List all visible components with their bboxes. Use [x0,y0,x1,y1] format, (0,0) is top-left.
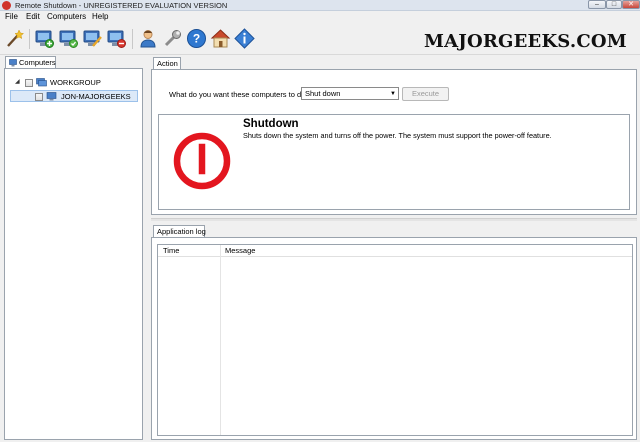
toolbar-separator [132,29,133,49]
computer-tab-icon [9,59,17,67]
minimize-button[interactable]: – [588,0,606,9]
toolbar: ? MAJORGEEKS.COM [0,23,640,55]
info-icon[interactable] [234,28,255,49]
computers-panel: Computers ◢ WORKGROUP JON-MAJORGEEKS [4,56,143,440]
add-computer-icon[interactable] [34,28,55,49]
action-question-label: What do you want these computers to do: [169,90,308,99]
action-select[interactable]: Shut down ▼ [301,87,399,100]
log-header: Time Message [158,245,632,257]
tree-node-jon-majorgeeks[interactable]: JON-MAJORGEEKS [5,91,142,102]
tab-computers-label: Computers [19,58,56,67]
svg-text:?: ? [193,32,200,46]
expander-icon[interactable]: ◢ [15,77,20,88]
power-icon [173,132,231,190]
tree-label-computer: JON-MAJORGEEKS [61,92,131,101]
execute-button[interactable]: Execute [402,87,449,101]
action-description: Shuts down the system and turns off the … [243,131,552,140]
action-title: Shutdown [243,118,299,130]
action-panel: What do you want these computers to do: … [151,69,637,215]
log-panel: Time Message [151,237,637,440]
menu-help[interactable]: Help [92,12,108,21]
app-power-icon [2,1,11,10]
menu-bar: File Edit Computers Help [0,11,640,23]
computer-checkbox[interactable] [35,93,43,101]
menu-edit[interactable]: Edit [26,12,40,21]
tree-label-workgroup: WORKGROUP [50,78,101,87]
action-info-box: Shutdown Shuts down the system and turns… [158,114,630,210]
edit-computer-icon[interactable] [82,28,103,49]
panel-splitter[interactable] [151,218,637,221]
tree-node-workgroup[interactable]: ◢ WORKGROUP [5,77,142,88]
window-title: Remote Shutdown - UNREGISTERED EVALUATIO… [15,1,228,10]
workgroup-icon [36,78,47,87]
computers-tree: ◢ WORKGROUP JON-MAJORGEEKS [4,68,143,440]
add-computer-green-icon[interactable] [58,28,79,49]
remove-computer-icon[interactable] [106,28,127,49]
magic-wand-icon[interactable] [4,28,25,49]
column-header-message[interactable]: Message [225,245,255,257]
home-icon[interactable] [210,28,231,49]
chevron-down-icon: ▼ [390,91,396,97]
menu-file[interactable]: File [5,12,18,21]
user-icon[interactable] [138,28,159,49]
menu-computers[interactable]: Computers [47,12,86,21]
brand-watermark: MAJORGEEKS.COM [424,31,627,52]
column-header-time[interactable]: Time [163,245,179,257]
maximize-button[interactable]: □ [606,0,622,9]
title-bar: Remote Shutdown - UNREGISTERED EVALUATIO… [0,0,640,11]
toolbar-separator [29,29,30,49]
help-icon[interactable]: ? [186,28,207,49]
action-select-value: Shut down [305,89,341,98]
close-button[interactable]: ✕ [622,0,640,9]
workgroup-checkbox[interactable] [25,79,33,87]
computer-icon [46,92,57,101]
log-list[interactable]: Time Message [157,244,633,436]
wrench-icon[interactable] [162,28,183,49]
column-separator [220,245,221,435]
